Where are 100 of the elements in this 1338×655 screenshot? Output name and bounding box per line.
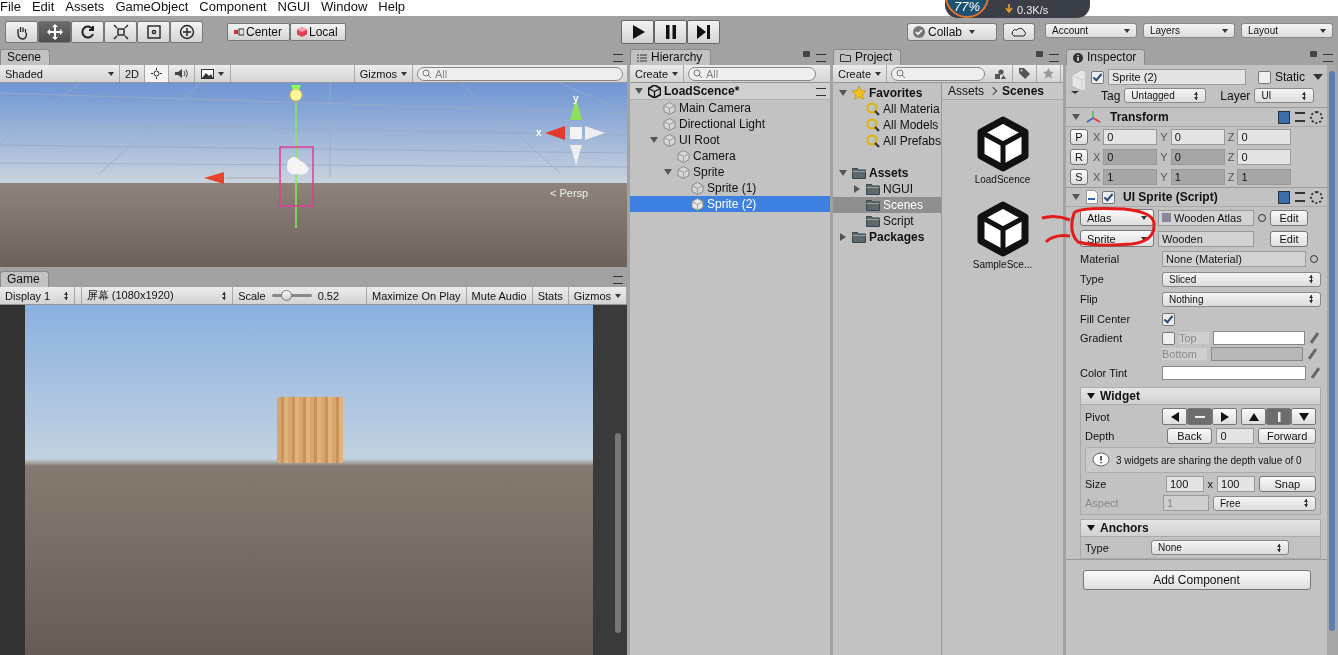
number-field[interactable]: 0 [1237,149,1292,165]
menu-item[interactable]: Component [199,0,274,16]
panel-menu-icon[interactable] [613,54,623,62]
object-field[interactable]: Wooden Atlas [1158,209,1254,226]
color-swatch[interactable] [1162,366,1306,380]
panel-menu-icon[interactable] [613,276,623,284]
cloud-button[interactable] [1003,23,1035,41]
move-tool-button[interactable] [38,21,71,43]
project-tree-item[interactable]: Favorites [833,85,941,101]
color-swatch[interactable] [1211,347,1303,361]
gizmos-dropdown[interactable]: Gizmos [568,287,627,304]
toggle-button[interactable]: Maximize On Play [366,287,467,304]
presets-icon[interactable] [1295,112,1305,122]
dropdown[interactable]: Sliced [1162,271,1321,287]
project-tree-item[interactable]: All Models [833,117,941,133]
lighting-toggle[interactable] [145,65,170,82]
number-field[interactable]: 0 [1237,129,1292,145]
reset-button[interactable]: S [1070,169,1088,185]
collab-button[interactable]: Collab [907,23,997,41]
project-tree-item[interactable]: Script [833,213,941,229]
tag-dropdown[interactable]: Untagged [1124,88,1207,103]
settings-icon[interactable] [1310,190,1323,204]
aspect-dropdown[interactable]: Free [1212,495,1316,511]
create-dropdown[interactable]: Create [630,65,685,82]
checkbox[interactable] [1162,331,1175,345]
depth-field[interactable]: 0 [1216,428,1255,444]
section-header[interactable]: Widget [1080,387,1321,405]
menu-item[interactable]: Window [321,0,375,16]
number-field[interactable]: 1 [1237,169,1292,185]
hierarchy-item[interactable]: Camera [630,148,830,164]
hierarchy-item[interactable]: UI Root [630,132,830,148]
panel-menu-icon[interactable] [1049,54,1059,62]
shading-dropdown[interactable]: Shaded [0,65,120,82]
pivot-button[interactable]: Center [227,23,290,41]
layer-dropdown[interactable]: UI [1254,88,1315,103]
number-field[interactable]: 1 [1103,169,1158,185]
inspector-tab[interactable]: Inspector [1066,49,1146,65]
play-button[interactable] [621,20,654,44]
snap-button[interactable]: Snap [1258,476,1316,492]
hierarchy-item[interactable]: Sprite (2) [630,196,830,212]
menu-item[interactable]: Help [378,0,413,16]
number-field[interactable]: 0 [1170,149,1225,165]
name-field[interactable]: Sprite (2) [1108,69,1246,85]
scene-header[interactable]: LoadScence* [630,83,830,100]
settings-icon[interactable] [1310,110,1323,124]
scene-asset[interactable]: LoadScence [972,114,1033,185]
hierarchy-item[interactable]: Main Camera [630,100,830,116]
scene-menu-icon[interactable] [816,88,826,96]
add-component-button[interactable]: Add Component [1082,570,1311,590]
number-field[interactable]: 1 [1170,169,1225,185]
forward-button[interactable]: Forward [1258,428,1316,444]
edit-button[interactable]: Edit [1270,209,1308,226]
project-tree-item[interactable]: Packages [833,229,941,245]
pivot-button[interactable] [1162,408,1187,425]
static-checkbox[interactable] [1258,70,1271,84]
expand-arrow-icon[interactable] [1087,393,1095,399]
number-field[interactable]: 0 [1103,129,1158,145]
help-icon[interactable] [1278,110,1290,124]
anchor-type-dropdown[interactable]: None [1151,540,1289,555]
search-field[interactable] [891,66,986,81]
project-tab[interactable]: Project [833,49,902,65]
menu-item[interactable]: NGUI [277,0,318,16]
edit-button[interactable]: Edit [1270,230,1308,247]
dropdown-button[interactable]: Account [1045,23,1137,38]
step-button[interactable] [687,20,720,44]
space-button[interactable]: Local [290,23,346,41]
pivot-button[interactable] [1212,408,1237,425]
scrollbar-thumb[interactable] [1329,71,1335,631]
pause-button[interactable] [654,20,687,44]
hierarchy-item[interactable]: Directional Light [630,116,830,132]
height-field[interactable]: 100 [1217,476,1255,492]
projection-label[interactable]: < Persp [550,187,589,199]
hierarchy-item[interactable]: Sprite (1) [630,180,830,196]
rotate-tool-button[interactable] [71,21,104,43]
dropdown[interactable]: Nothing [1162,291,1321,307]
panel-menu-icon[interactable] [1323,54,1333,62]
hierarchy-tab[interactable]: Hierarchy [630,49,712,65]
reset-button[interactable]: P [1070,129,1088,145]
display-dropdown[interactable]: Display 1 [0,287,75,304]
scene-tab[interactable]: Scene [0,49,51,65]
gizmos-dropdown[interactable]: Gizmos [353,65,413,82]
breadcrumb-item[interactable]: Scenes [1002,84,1045,98]
game-tab[interactable]: Game [0,271,49,287]
width-field[interactable]: 100 [1166,476,1204,492]
help-icon[interactable] [1278,190,1290,204]
object-field[interactable]: None (Material) [1162,251,1306,267]
rect-tool-button[interactable] [137,21,170,43]
scrollbar-thumb[interactable] [615,433,621,633]
dropdown-button[interactable]: Layout [1241,23,1333,38]
reset-button[interactable]: R [1070,149,1088,165]
presets-icon[interactable] [1295,192,1305,202]
pivot-button[interactable] [1291,408,1316,425]
project-tree-item[interactable]: Assets [833,165,941,181]
expand-arrow-icon[interactable] [1087,525,1095,531]
resolution-dropdown[interactable]: 屏幕 (1080x1920) [80,287,234,304]
number-field[interactable]: 0 [1103,149,1158,165]
menu-item[interactable]: Assets [65,0,112,16]
active-checkbox[interactable] [1091,70,1104,84]
project-tree-item[interactable]: All Prefabs [833,133,941,149]
hand-tool-button[interactable] [5,21,38,43]
